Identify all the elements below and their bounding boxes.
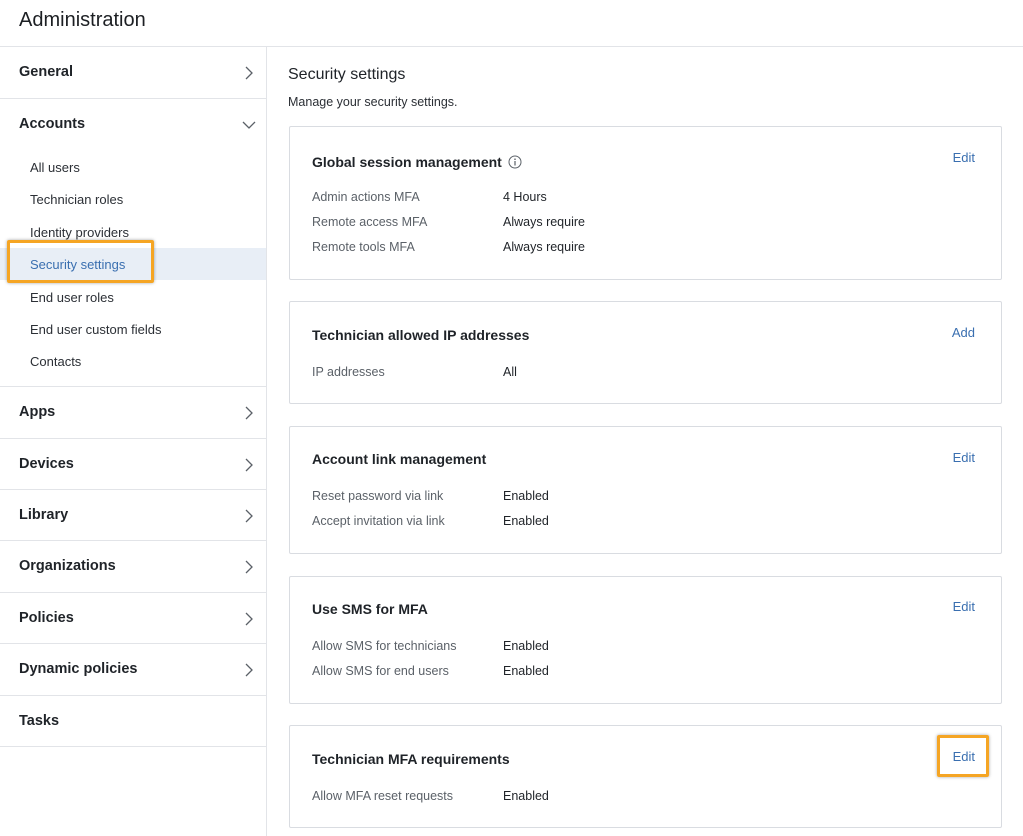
card-title: Use SMS for MFA (312, 601, 428, 617)
sidebar-item-label: Contacts (30, 354, 82, 369)
row-value: Enabled (503, 664, 549, 678)
chevron-right-icon (244, 406, 254, 420)
top-bar: Administration (0, 0, 1023, 47)
add-button[interactable]: Add (952, 325, 975, 340)
page-subtitle: Manage your security settings. (288, 95, 458, 109)
sidebar-item-dynamic-policies[interactable]: Dynamic policies (0, 644, 266, 695)
sidebar-item-label: All users (30, 160, 80, 175)
card-technician-mfa-requirements: Technician MFA requirements Edit Allow M… (289, 725, 1002, 828)
sidebar-group-accounts: Accounts All users Technician roles Iden… (0, 99, 266, 387)
chevron-right-icon (244, 458, 254, 472)
card-global-session-management: Global session management Edit Admin act… (289, 126, 1002, 280)
sidebar-item-end-user-custom-fields[interactable]: End user custom fields (0, 313, 266, 345)
row-value: Enabled (503, 639, 549, 653)
sidebar-item-label: General (19, 64, 73, 80)
sidebar-item-label: Apps (19, 404, 56, 420)
sidebar-item-label: Organizations (19, 558, 116, 574)
edit-button[interactable]: Edit (953, 599, 975, 614)
sidebar-item-general[interactable]: General (0, 47, 266, 98)
sidebar-item-tasks[interactable]: Tasks (0, 696, 266, 747)
row-label: Allow SMS for technicians (312, 639, 457, 653)
sidebar-item-technician-roles[interactable]: Technician roles (0, 183, 266, 215)
chevron-right-icon (244, 66, 254, 80)
info-icon[interactable] (508, 155, 522, 169)
sidebar-item-contacts[interactable]: Contacts (0, 345, 266, 377)
sidebar: General Accounts All users Technician ro… (0, 47, 267, 836)
sidebar-item-label: End user custom fields (30, 322, 162, 337)
sidebar-group-organizations: Organizations (0, 541, 266, 593)
sidebar-item-library[interactable]: Library (0, 490, 266, 541)
row-value: Enabled (503, 514, 549, 528)
sidebar-item-end-user-roles[interactable]: End user roles (0, 281, 266, 313)
sidebar-item-policies[interactable]: Policies (0, 593, 266, 644)
sidebar-group-general: General (0, 47, 266, 99)
row-value: Enabled (503, 789, 549, 803)
row-value: Always require (503, 215, 585, 229)
sidebar-item-label: Technician roles (30, 192, 124, 207)
page-title: Security settings (288, 66, 406, 83)
sidebar-item-organizations[interactable]: Organizations (0, 541, 266, 592)
row-label: Accept invitation via link (312, 514, 445, 528)
chevron-right-icon (244, 663, 254, 677)
sidebar-item-label: Library (19, 507, 69, 523)
sidebar-group-library: Library (0, 490, 266, 541)
row-value: Always require (503, 240, 585, 254)
row-label: Remote access MFA (312, 215, 428, 229)
chevron-right-icon (244, 612, 254, 626)
sidebar-item-label: Policies (19, 610, 74, 626)
chevron-down-icon (242, 120, 256, 134)
row-label: Allow MFA reset requests (312, 789, 454, 803)
sidebar-group-dynamic-policies: Dynamic policies (0, 644, 266, 696)
sidebar-item-label: Devices (19, 456, 74, 472)
sidebar-group-tasks: Tasks (0, 696, 266, 747)
edit-button[interactable]: Edit (953, 450, 975, 465)
page-header-title: Administration (19, 9, 146, 31)
card-use-sms-for-mfa: Use SMS for MFA Edit Allow SMS for techn… (289, 576, 1002, 704)
card-title: Technician MFA requirements (312, 751, 510, 767)
sidebar-item-security-settings[interactable]: Security settings (0, 248, 266, 280)
card-title: Account link management (312, 451, 487, 467)
sidebar-item-devices[interactable]: Devices (0, 439, 266, 490)
sidebar-item-label: Tasks (19, 713, 60, 729)
card-title: Technician allowed IP addresses (312, 327, 530, 343)
row-value: 4 Hours (503, 190, 547, 204)
sidebar-item-apps[interactable]: Apps (0, 387, 266, 438)
sidebar-item-label: Dynamic policies (19, 661, 138, 677)
edit-button[interactable]: Edit (953, 749, 975, 764)
chevron-right-icon (244, 509, 254, 523)
chevron-right-icon (244, 560, 254, 574)
edit-button[interactable]: Edit (953, 150, 975, 165)
row-label: Allow SMS for end users (312, 664, 449, 678)
row-value: All (503, 365, 517, 379)
row-value: Enabled (503, 489, 549, 503)
sidebar-item-identity-providers[interactable]: Identity providers (0, 216, 266, 248)
card-technician-allowed-ip: Technician allowed IP addresses Add IP a… (289, 301, 1002, 404)
row-label: IP addresses (312, 365, 385, 379)
sidebar-item-label: Accounts (19, 116, 86, 132)
sidebar-item-all-users[interactable]: All users (0, 151, 266, 183)
card-account-link-management: Account link management Edit Reset passw… (289, 426, 1002, 554)
sidebar-item-label: Identity providers (30, 225, 129, 240)
row-label: Remote tools MFA (312, 240, 415, 254)
sidebar-item-label: Security settings (30, 257, 126, 272)
sidebar-group-apps: Apps (0, 387, 266, 439)
card-title-text: Global session management (312, 154, 502, 170)
sidebar-item-accounts[interactable]: Accounts (0, 99, 266, 150)
sidebar-group-devices: Devices (0, 439, 266, 490)
row-label: Reset password via link (312, 489, 444, 503)
main-content: Security settings Manage your security s… (267, 47, 1023, 836)
sidebar-item-label: End user roles (30, 290, 114, 305)
sidebar-group-policies: Policies (0, 593, 266, 644)
card-title: Global session management (312, 154, 522, 170)
row-label: Admin actions MFA (312, 190, 420, 204)
